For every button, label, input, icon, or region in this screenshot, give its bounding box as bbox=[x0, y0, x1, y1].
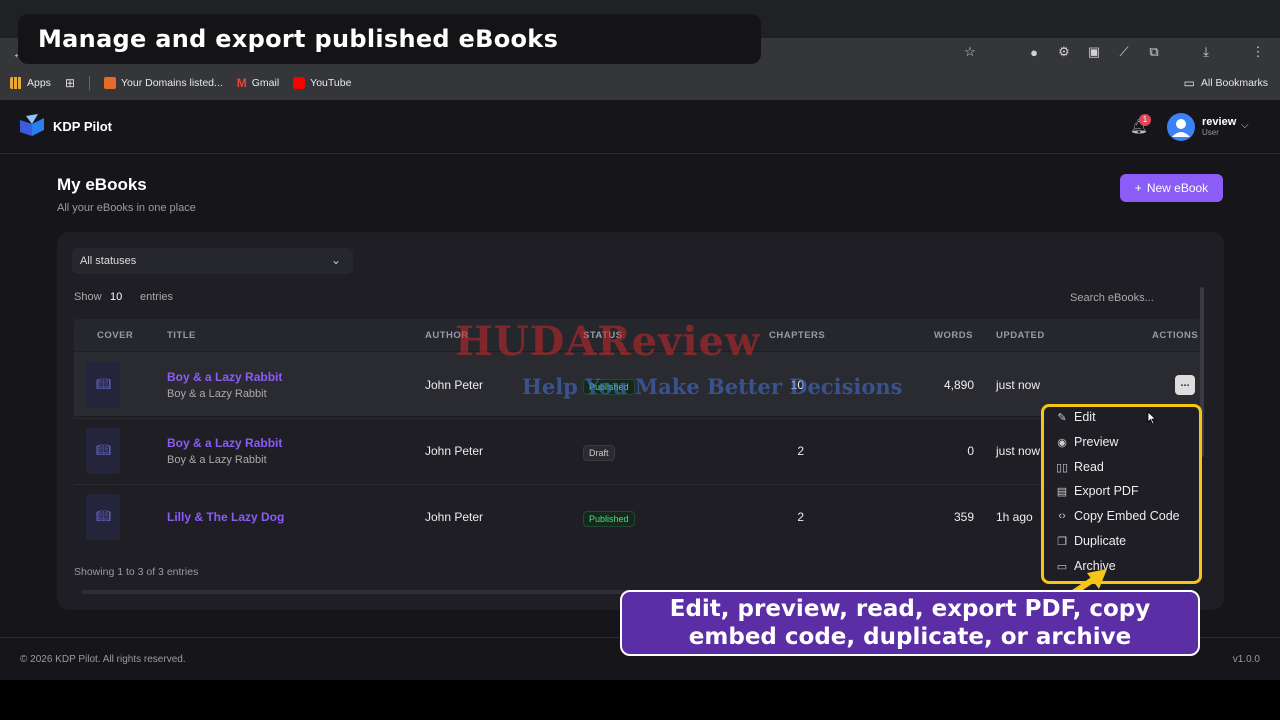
header-words[interactable]: WORDS bbox=[934, 330, 973, 341]
folder-icon: ▭ bbox=[1183, 76, 1195, 90]
row-actions-button[interactable]: ... bbox=[1175, 375, 1195, 395]
header-cover[interactable]: COVER bbox=[97, 330, 133, 341]
cover-thumbnail[interactable]: 📖︎ bbox=[86, 428, 120, 474]
mouse-cursor-icon bbox=[1147, 411, 1157, 425]
status-badge: Published bbox=[583, 511, 635, 527]
book-icon: 📖︎ bbox=[96, 443, 112, 457]
word-count: 0 bbox=[967, 444, 974, 458]
bookmark-gmail[interactable]: M Gmail bbox=[237, 76, 279, 90]
logo[interactable]: KDP Pilot bbox=[18, 114, 112, 138]
gear-icon[interactable]: ⚙ bbox=[1056, 44, 1072, 60]
star-icon[interactable]: ☆ bbox=[962, 44, 978, 60]
ebook-author: John Peter bbox=[425, 510, 484, 524]
page-title: My eBooks bbox=[57, 175, 147, 194]
ebook-subtitle: Boy & a Lazy Rabbit bbox=[167, 454, 267, 466]
bookmark-domains[interactable]: Your Domains listed... bbox=[104, 77, 223, 89]
menu-item-preview[interactable]: ◉ Preview bbox=[1056, 435, 1118, 449]
header-chapters[interactable]: CHAPTERS bbox=[769, 330, 825, 341]
show-label: Show bbox=[74, 291, 102, 303]
pencil-icon: ✎ bbox=[1057, 411, 1067, 424]
pagination-info: Showing 1 to 3 of 3 entries bbox=[74, 566, 199, 578]
browser-toolbar-icons: ☆ ● ⚙ ▣ ⟋ ⧉ ⤓ ⋮ bbox=[962, 44, 1266, 60]
book-logo-icon bbox=[18, 114, 46, 138]
updated-time: just now bbox=[996, 378, 1041, 392]
ebook-title-link[interactable]: Lilly & The Lazy Dog bbox=[167, 510, 284, 524]
all-bookmarks[interactable]: ▭ All Bookmarks bbox=[1184, 66, 1268, 100]
book-icon: 📖︎ bbox=[96, 509, 112, 523]
chapter-count: 2 bbox=[797, 444, 804, 458]
updated-time: 1h ago bbox=[996, 510, 1033, 524]
menu-item-copy-embed-code[interactable]: ‹› Copy Embed Code bbox=[1056, 509, 1179, 523]
feather-icon[interactable]: ⟋ bbox=[1116, 44, 1132, 60]
status-filter-select[interactable]: All statuses ⌄ bbox=[72, 248, 353, 274]
menu-item-read[interactable]: ▯▯ Read bbox=[1056, 460, 1104, 474]
app-header: KDP Pilot 🔔︎ 1 review User ⌵ bbox=[0, 100, 1280, 154]
caption-top: Manage and export published eBooks bbox=[18, 14, 761, 64]
apps-grid-icon bbox=[10, 77, 22, 89]
chapter-count: 2 bbox=[797, 510, 804, 524]
bookmarks-bar: Apps ⊞ Your Domains listed... M Gmail Yo… bbox=[0, 66, 1280, 100]
watermark-logo: HUDAReview bbox=[455, 318, 761, 365]
download-icon[interactable]: ⤓ bbox=[1198, 44, 1214, 60]
ebook-title-link[interactable]: Boy & a Lazy Rabbit bbox=[167, 436, 282, 450]
user-name[interactable]: review bbox=[1202, 116, 1236, 128]
watermark-tagline: Help You Make Better Decisions bbox=[522, 374, 903, 399]
search-input[interactable]: Search eBooks... bbox=[1060, 288, 1200, 310]
ebook-title-link[interactable]: Boy & a Lazy Rabbit bbox=[167, 370, 282, 384]
avatar[interactable] bbox=[1167, 113, 1195, 141]
version: v1.0.0 bbox=[1232, 654, 1260, 665]
page-size-select[interactable]: 10 bbox=[110, 291, 122, 303]
cover-thumbnail[interactable]: 📖︎ bbox=[86, 362, 120, 408]
extension-icon[interactable]: ● bbox=[1026, 44, 1042, 60]
user-icon bbox=[1172, 119, 1190, 137]
youtube-icon bbox=[293, 77, 306, 89]
ebook-subtitle: Boy & a Lazy Rabbit bbox=[167, 388, 267, 400]
actions-dropdown-menu: ✎ Edit ◉ Preview ▯▯ Read ▤ Export PDF ‹›… bbox=[1041, 404, 1202, 584]
plus-icon: + bbox=[1134, 181, 1142, 195]
table-row[interactable]: 📖︎ Boy & a Lazy Rabbit Boy & a Lazy Rabb… bbox=[74, 418, 1200, 482]
bookmark-divider bbox=[89, 76, 90, 90]
new-ebook-button[interactable]: + New eBook bbox=[1120, 174, 1223, 202]
callout-line-2: embed code, duplicate, or archive bbox=[688, 624, 1132, 650]
bookmark-youtube[interactable]: YouTube bbox=[293, 77, 351, 89]
bookmark-apps[interactable]: Apps bbox=[10, 77, 51, 89]
pdf-icon: ▤ bbox=[1056, 485, 1068, 498]
gmail-icon: M bbox=[236, 76, 247, 90]
menu-item-edit[interactable]: ✎ Edit bbox=[1056, 410, 1095, 424]
camera-icon[interactable]: ▣ bbox=[1086, 44, 1102, 60]
word-count: 4,890 bbox=[943, 378, 974, 392]
entries-label: entries bbox=[140, 291, 174, 303]
status-badge: Draft bbox=[583, 445, 615, 461]
book-icon: ▯▯ bbox=[1056, 461, 1069, 474]
notification-badge: 1 bbox=[1139, 114, 1151, 126]
header-title[interactable]: TITLE bbox=[167, 330, 196, 341]
app-name: KDP Pilot bbox=[53, 118, 112, 134]
copy-icon: ❐ bbox=[1057, 535, 1067, 548]
page-subtitle: All your eBooks in one place bbox=[57, 202, 196, 214]
word-count: 359 bbox=[953, 510, 974, 524]
copyright: © 2026 KDP Pilot. All rights reserved. bbox=[20, 654, 186, 665]
grid-icon[interactable]: ⊞ bbox=[65, 76, 75, 90]
ebook-author: John Peter bbox=[425, 444, 484, 458]
chevron-down-icon: ⌄ bbox=[330, 253, 341, 267]
header-actions: ACTIONS bbox=[1152, 330, 1199, 341]
user-role: User bbox=[1202, 128, 1219, 137]
code-icon: ‹› bbox=[1058, 510, 1066, 522]
book-icon: 📖︎ bbox=[96, 377, 112, 391]
cover-thumbnail[interactable]: 📖︎ bbox=[86, 494, 120, 540]
puzzle-icon[interactable]: ⧉ bbox=[1146, 44, 1162, 60]
domains-icon bbox=[104, 77, 116, 89]
callout-caption: Edit, preview, read, export PDF, copy em… bbox=[620, 590, 1200, 656]
header-updated[interactable]: UPDATED bbox=[996, 330, 1045, 341]
menu-item-duplicate[interactable]: ❐ Duplicate bbox=[1056, 534, 1126, 548]
menu-dots-icon[interactable]: ⋮ bbox=[1250, 44, 1266, 60]
menu-item-export-pdf[interactable]: ▤ Export PDF bbox=[1056, 484, 1139, 498]
callout-line-1: Edit, preview, read, export PDF, copy bbox=[669, 596, 1151, 622]
chevron-down-icon[interactable]: ⌵ bbox=[1241, 120, 1249, 131]
table-row[interactable]: 📖︎ Lilly & The Lazy Dog John Peter Publi… bbox=[74, 484, 1200, 548]
eye-icon: ◉ bbox=[1057, 436, 1067, 449]
updated-time: just now bbox=[996, 444, 1041, 458]
ebook-author: John Peter bbox=[425, 378, 484, 392]
